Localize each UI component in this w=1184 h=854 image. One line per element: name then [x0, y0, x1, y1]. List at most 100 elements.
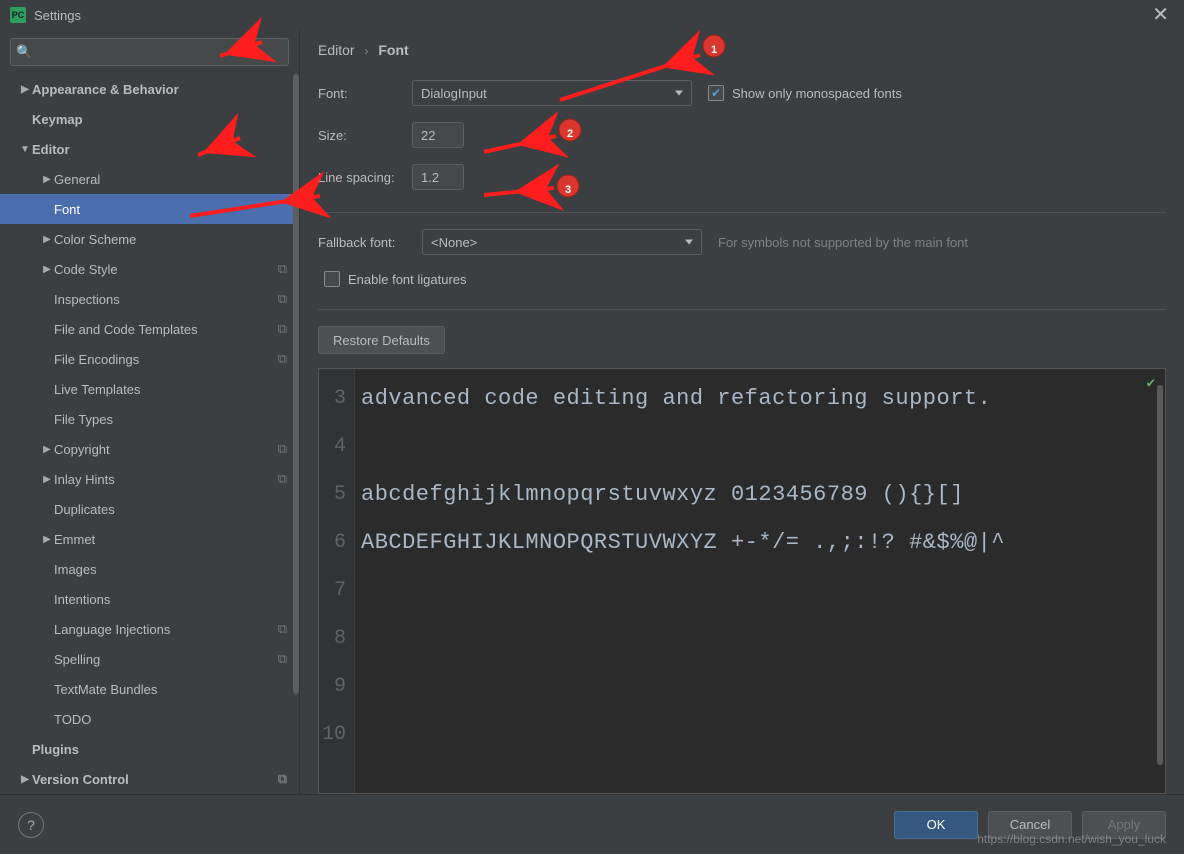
tree-item-label: Color Scheme: [54, 232, 287, 247]
tree-item-label: Plugins: [32, 742, 287, 757]
tree-item-code-style[interactable]: ▶Code Style ⧉: [0, 254, 299, 284]
settings-tree[interactable]: ▶Appearance & BehaviorKeymap▼Editor▶Gene…: [0, 74, 299, 794]
tree-item-intentions[interactable]: Intentions: [0, 584, 299, 614]
code-line: ABCDEFGHIJKLMNOPQRSTUVWXYZ +-*/= .,;:!? …: [355, 519, 1165, 567]
tree-item-images[interactable]: Images: [0, 554, 299, 584]
tree-arrow-icon: ▶: [40, 474, 54, 485]
tree-item-label: Font: [54, 202, 287, 217]
tree-item-version-control[interactable]: ▶Version Control ⧉: [0, 764, 299, 794]
tree-item-label: Keymap: [32, 112, 287, 127]
tree-item-font[interactable]: Font: [0, 194, 299, 224]
tree-item-appearance-behavior[interactable]: ▶Appearance & Behavior: [0, 74, 299, 104]
copy-icon: ⧉: [278, 291, 287, 307]
search-icon: 🔍: [16, 44, 32, 60]
tree-item-emmet[interactable]: ▶Emmet: [0, 524, 299, 554]
tree-item-label: Appearance & Behavior: [32, 82, 287, 97]
monospace-label: Show only monospaced fonts: [732, 86, 902, 101]
tree-arrow-icon: ▶: [18, 774, 32, 785]
fallback-hint: For symbols not supported by the main fo…: [718, 235, 968, 250]
font-preview: 345678910 ✔ advanced code editing and re…: [318, 368, 1166, 794]
font-select[interactable]: DialogInput: [412, 80, 692, 106]
line-number: 10: [319, 711, 354, 759]
copy-icon: ⧉: [278, 771, 287, 787]
tree-item-label: File Types: [54, 412, 287, 427]
tree-item-label: Version Control: [32, 772, 272, 787]
tree-arrow-icon: ▶: [40, 444, 54, 455]
copy-icon: ⧉: [278, 471, 287, 487]
breadcrumb-current: Font: [378, 42, 408, 58]
help-button[interactable]: ?: [18, 812, 44, 838]
fallback-select-value: <None>: [431, 235, 477, 250]
chevron-down-icon: [675, 91, 683, 96]
code-line: [355, 423, 1165, 471]
apply-button[interactable]: Apply: [1082, 811, 1166, 839]
tree-item-plugins[interactable]: Plugins: [0, 734, 299, 764]
line-number: 6: [319, 519, 354, 567]
tree-item-spelling[interactable]: Spelling⧉: [0, 644, 299, 674]
window-title: Settings: [34, 8, 1147, 23]
copy-icon: ⧉: [278, 651, 287, 667]
tree-item-inlay-hints[interactable]: ▶Inlay Hints⧉: [0, 464, 299, 494]
line-number: 7: [319, 567, 354, 615]
tree-item-label: Duplicates: [54, 502, 287, 517]
code-line: [355, 615, 1165, 663]
main-panel: Editor › Font Font: DialogInput ✔ Show o…: [300, 30, 1184, 794]
fallback-select[interactable]: <None>: [422, 229, 702, 255]
tree-item-label: Copyright: [54, 442, 272, 457]
tree-item-editor[interactable]: ▼Editor: [0, 134, 299, 164]
font-label: Font:: [318, 86, 412, 101]
close-icon[interactable]: ✕: [1147, 5, 1174, 25]
titlebar: PC Settings ✕: [0, 0, 1184, 30]
tree-item-file-and-code-templates[interactable]: File and Code Templates⧉: [0, 314, 299, 344]
copy-icon: ⧉: [278, 261, 287, 277]
cancel-button[interactable]: Cancel: [988, 811, 1072, 839]
copy-icon: ⧉: [278, 351, 287, 367]
tree-item-todo[interactable]: TODO: [0, 704, 299, 734]
ligatures-label: Enable font ligatures: [348, 272, 467, 287]
font-select-value: DialogInput: [421, 86, 487, 101]
tree-arrow-icon: ▶: [40, 234, 54, 245]
ligatures-checkbox[interactable]: ✔: [324, 271, 340, 287]
tree-item-color-scheme[interactable]: ▶Color Scheme: [0, 224, 299, 254]
tree-arrow-icon: ▶: [40, 264, 54, 275]
tree-item-language-injections[interactable]: Language Injections⧉: [0, 614, 299, 644]
preview-scrollbar[interactable]: [1155, 369, 1165, 793]
fallback-label: Fallback font:: [318, 235, 422, 250]
tree-item-file-types[interactable]: File Types: [0, 404, 299, 434]
tree-item-label: Language Injections: [54, 622, 272, 637]
breadcrumb-parent[interactable]: Editor: [318, 42, 355, 58]
tree-item-general[interactable]: ▶General: [0, 164, 299, 194]
tree-item-label: Images: [54, 562, 287, 577]
tree-arrow-icon: ▶: [18, 84, 32, 95]
chevron-right-icon: ›: [364, 44, 368, 58]
copy-icon: ⧉: [278, 441, 287, 457]
preview-gutter: 345678910: [319, 369, 355, 793]
tree-item-duplicates[interactable]: Duplicates: [0, 494, 299, 524]
restore-defaults-button[interactable]: Restore Defaults: [318, 326, 445, 354]
ok-button[interactable]: OK: [894, 811, 978, 839]
tree-item-copyright[interactable]: ▶Copyright ⧉: [0, 434, 299, 464]
code-line: [355, 663, 1165, 711]
sidebar: 🔍 ▶Appearance & BehaviorKeymap▼Editor▶Ge…: [0, 30, 300, 794]
check-icon: ✔: [1147, 375, 1155, 392]
tree-item-label: Code Style: [54, 262, 272, 277]
search-input[interactable]: [10, 38, 289, 66]
size-label: Size:: [318, 128, 412, 143]
sidebar-scrollbar[interactable]: [293, 74, 299, 794]
tree-item-label: General: [54, 172, 287, 187]
tree-item-live-templates[interactable]: Live Templates: [0, 374, 299, 404]
app-icon: PC: [10, 7, 26, 23]
tree-item-file-encodings[interactable]: File Encodings⧉: [0, 344, 299, 374]
line-spacing-input[interactable]: [412, 164, 464, 190]
monospace-checkbox[interactable]: ✔: [708, 85, 724, 101]
tree-item-label: Editor: [32, 142, 287, 157]
line-number: 5: [319, 471, 354, 519]
tree-item-inspections[interactable]: Inspections⧉: [0, 284, 299, 314]
size-input[interactable]: [412, 122, 464, 148]
line-spacing-label: Line spacing:: [318, 170, 412, 185]
tree-item-keymap[interactable]: Keymap: [0, 104, 299, 134]
tree-item-textmate-bundles[interactable]: TextMate Bundles: [0, 674, 299, 704]
footer: ? OK Cancel Apply: [0, 794, 1184, 854]
line-number: 9: [319, 663, 354, 711]
breadcrumb: Editor › Font: [318, 42, 1166, 58]
